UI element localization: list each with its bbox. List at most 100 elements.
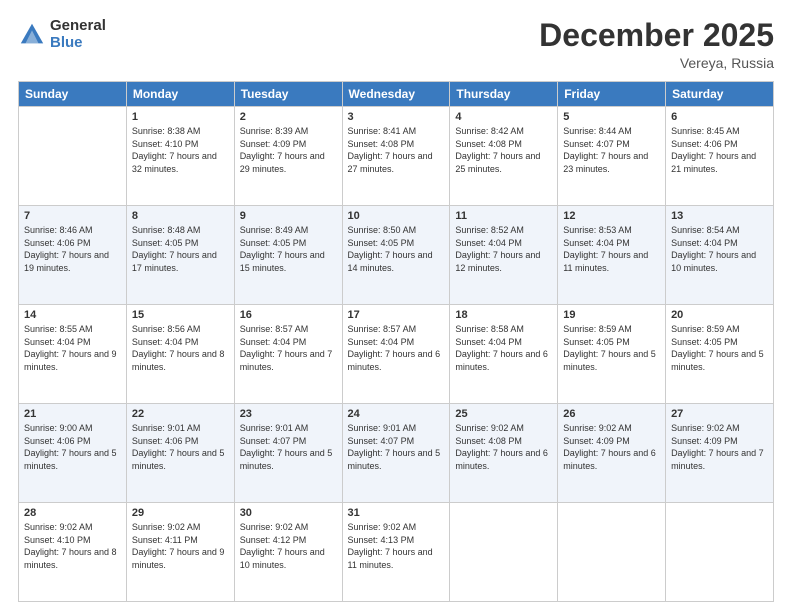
day-number: 22 [132, 408, 229, 420]
day-number: 10 [348, 210, 445, 222]
calendar-day: 31 Sunrise: 9:02 AMSunset: 4:13 PMDayligh… [342, 503, 450, 602]
day-info: Sunrise: 9:02 AMSunset: 4:11 PMDaylight:… [132, 521, 229, 571]
day-number: 18 [455, 309, 552, 321]
day-number: 27 [671, 408, 768, 420]
day-info: Sunrise: 8:57 AMSunset: 4:04 PMDaylight:… [348, 323, 445, 373]
day-info: Sunrise: 9:02 AMSunset: 4:09 PMDaylight:… [671, 422, 768, 472]
day-info: Sunrise: 9:02 AMSunset: 4:08 PMDaylight:… [455, 422, 552, 472]
day-info: Sunrise: 8:44 AMSunset: 4:07 PMDaylight:… [563, 125, 660, 175]
day-number: 30 [240, 507, 337, 519]
day-number: 29 [132, 507, 229, 519]
day-info: Sunrise: 8:38 AMSunset: 4:10 PMDaylight:… [132, 125, 229, 175]
day-number: 25 [455, 408, 552, 420]
day-info: Sunrise: 8:53 AMSunset: 4:04 PMDaylight:… [563, 224, 660, 274]
calendar-day: 8 Sunrise: 8:48 AMSunset: 4:05 PMDaylight… [126, 206, 234, 305]
day-number: 31 [348, 507, 445, 519]
calendar-week-row: 14 Sunrise: 8:55 AMSunset: 4:04 PMDayligh… [19, 305, 774, 404]
day-number: 1 [132, 111, 229, 123]
day-number: 28 [24, 507, 121, 519]
header: General Blue December 2025 Vereya, Russi… [18, 18, 774, 71]
page: General Blue December 2025 Vereya, Russi… [0, 0, 792, 612]
calendar-day: 23Sunrise: 9:01 AMSunset: 4:07 PMDayligh… [234, 404, 342, 503]
calendar-day: 17 Sunrise: 8:57 AMSunset: 4:04 PMDayligh… [342, 305, 450, 404]
calendar-day: 4 Sunrise: 8:42 AMSunset: 4:08 PMDaylight… [450, 107, 558, 206]
day-number: 21 [24, 408, 121, 420]
day-number: 3 [348, 111, 445, 123]
calendar-week-row: 1 Sunrise: 8:38 AMSunset: 4:10 PMDaylight… [19, 107, 774, 206]
calendar-day: 6 Sunrise: 8:45 AMSunset: 4:06 PMDaylight… [666, 107, 774, 206]
logo-blue: Blue [50, 35, 106, 52]
calendar-day: 27 Sunrise: 9:02 AMSunset: 4:09 PMDayligh… [666, 404, 774, 503]
calendar-header-row: SundayMondayTuesdayWednesdayThursdayFrid… [19, 82, 774, 107]
calendar-day: 18 Sunrise: 8:58 AMSunset: 4:04 PMDayligh… [450, 305, 558, 404]
calendar-week-row: 21 Sunrise: 9:00 AMSunset: 4:06 PMDayligh… [19, 404, 774, 503]
day-number: 9 [240, 210, 337, 222]
day-info: Sunrise: 8:57 AMSunset: 4:04 PMDaylight:… [240, 323, 337, 373]
calendar-week-row: 7 Sunrise: 8:46 AMSunset: 4:06 PMDaylight… [19, 206, 774, 305]
logo-text: General Blue [50, 18, 106, 51]
calendar-day: 7 Sunrise: 8:46 AMSunset: 4:06 PMDaylight… [19, 206, 127, 305]
calendar-empty [19, 107, 127, 206]
month-title: December 2025 [539, 18, 774, 53]
calendar-day: 19Sunrise: 8:59 AMSunset: 4:05 PMDayligh… [558, 305, 666, 404]
calendar-day: 13Sunrise: 8:54 AMSunset: 4:04 PMDayligh… [666, 206, 774, 305]
title-block: December 2025 Vereya, Russia [539, 18, 774, 71]
day-number: 20 [671, 309, 768, 321]
calendar-day: 24Sunrise: 9:01 AMSunset: 4:07 PMDayligh… [342, 404, 450, 503]
day-info: Sunrise: 8:48 AMSunset: 4:05 PMDaylight:… [132, 224, 229, 274]
calendar-day: 30 Sunrise: 9:02 AMSunset: 4:12 PMDayligh… [234, 503, 342, 602]
day-number: 4 [455, 111, 552, 123]
day-info: Sunrise: 9:02 AMSunset: 4:10 PMDaylight:… [24, 521, 121, 571]
day-header: Saturday [666, 82, 774, 107]
day-info: Sunrise: 9:02 AMSunset: 4:12 PMDaylight:… [240, 521, 337, 571]
calendar-day: 28 Sunrise: 9:02 AMSunset: 4:10 PMDayligh… [19, 503, 127, 602]
location: Vereya, Russia [539, 55, 774, 71]
day-info: Sunrise: 8:42 AMSunset: 4:08 PMDaylight:… [455, 125, 552, 175]
day-info: Sunrise: 8:55 AMSunset: 4:04 PMDaylight:… [24, 323, 121, 373]
day-info: Sunrise: 8:58 AMSunset: 4:04 PMDaylight:… [455, 323, 552, 373]
day-number: 14 [24, 309, 121, 321]
day-info: Sunrise: 8:52 AMSunset: 4:04 PMDaylight:… [455, 224, 552, 274]
day-info: Sunrise: 8:49 AMSunset: 4:05 PMDaylight:… [240, 224, 337, 274]
day-info: Sunrise: 9:02 AMSunset: 4:13 PMDaylight:… [348, 521, 445, 571]
day-header: Thursday [450, 82, 558, 107]
day-number: 11 [455, 210, 552, 222]
day-info: Sunrise: 8:41 AMSunset: 4:08 PMDaylight:… [348, 125, 445, 175]
day-info: Sunrise: 9:01 AMSunset: 4:07 PMDaylight:… [348, 422, 445, 472]
logo-general: General [50, 18, 106, 35]
day-info: Sunrise: 9:00 AMSunset: 4:06 PMDaylight:… [24, 422, 121, 472]
day-info: Sunrise: 8:59 AMSunset: 4:05 PMDaylight:… [671, 323, 768, 373]
day-number: 13 [671, 210, 768, 222]
day-number: 17 [348, 309, 445, 321]
logo-icon [18, 21, 46, 49]
calendar-day: 2Sunrise: 8:39 AMSunset: 4:09 PMDaylight… [234, 107, 342, 206]
calendar-day: 20 Sunrise: 8:59 AMSunset: 4:05 PMDayligh… [666, 305, 774, 404]
day-number: 8 [132, 210, 229, 222]
calendar-empty [666, 503, 774, 602]
day-number: 12 [563, 210, 660, 222]
day-header: Friday [558, 82, 666, 107]
calendar-day: 16 Sunrise: 8:57 AMSunset: 4:04 PMDayligh… [234, 305, 342, 404]
calendar-week-row: 28 Sunrise: 9:02 AMSunset: 4:10 PMDayligh… [19, 503, 774, 602]
day-info: Sunrise: 8:59 AMSunset: 4:05 PMDaylight:… [563, 323, 660, 373]
day-number: 7 [24, 210, 121, 222]
day-number: 15 [132, 309, 229, 321]
calendar-day: 21 Sunrise: 9:00 AMSunset: 4:06 PMDayligh… [19, 404, 127, 503]
day-header: Monday [126, 82, 234, 107]
calendar-day: 3 Sunrise: 8:41 AMSunset: 4:08 PMDaylight… [342, 107, 450, 206]
calendar-day: 26Sunrise: 9:02 AMSunset: 4:09 PMDayligh… [558, 404, 666, 503]
day-number: 2 [240, 111, 337, 123]
day-number: 6 [671, 111, 768, 123]
calendar-day: 5 Sunrise: 8:44 AMSunset: 4:07 PMDaylight… [558, 107, 666, 206]
day-info: Sunrise: 8:46 AMSunset: 4:06 PMDaylight:… [24, 224, 121, 274]
day-info: Sunrise: 8:45 AMSunset: 4:06 PMDaylight:… [671, 125, 768, 175]
day-number: 16 [240, 309, 337, 321]
calendar: SundayMondayTuesdayWednesdayThursdayFrid… [18, 81, 774, 602]
day-number: 26 [563, 408, 660, 420]
day-header: Wednesday [342, 82, 450, 107]
calendar-day: 14 Sunrise: 8:55 AMSunset: 4:04 PMDayligh… [19, 305, 127, 404]
day-number: 5 [563, 111, 660, 123]
day-header: Tuesday [234, 82, 342, 107]
calendar-day: 29 Sunrise: 9:02 AMSunset: 4:11 PMDayligh… [126, 503, 234, 602]
day-info: Sunrise: 8:50 AMSunset: 4:05 PMDaylight:… [348, 224, 445, 274]
